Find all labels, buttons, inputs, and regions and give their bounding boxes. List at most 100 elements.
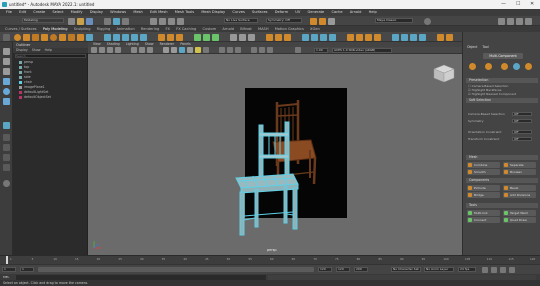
- extrude-button[interactable]: Extrude: [467, 185, 500, 191]
- menu-file[interactable]: File: [6, 9, 12, 16]
- menu-mesh-display[interactable]: Mesh Display: [201, 9, 225, 16]
- quad-draw-button[interactable]: Quad Draw: [503, 217, 536, 223]
- time-slider[interactable]: 1 5 10 15 20 25 30 35 40 45 50 55 60 65 70 75 80 85 90 95 10…: [0, 255, 540, 264]
- mirror-icon[interactable]: [140, 33, 147, 41]
- select-by-hierarchy-icon[interactable]: [104, 17, 111, 25]
- cleanup-icon[interactable]: [446, 33, 453, 41]
- poly-sphere-icon[interactable]: [14, 33, 21, 41]
- menu-cache[interactable]: Cache: [331, 9, 342, 16]
- outliner-menu-help[interactable]: Help: [45, 48, 52, 53]
- snap-grid-icon[interactable]: [150, 17, 157, 25]
- outliner-menu-show[interactable]: Show: [32, 48, 41, 53]
- xray-icon[interactable]: [259, 47, 265, 53]
- section-mesh[interactable]: Mesh: [466, 155, 538, 160]
- super-shape-icon[interactable]: [86, 33, 93, 41]
- platonic-solid-icon[interactable]: [77, 33, 84, 41]
- command-input[interactable]: [16, 274, 266, 280]
- anti-aliasing-icon[interactable]: [235, 47, 241, 53]
- reduce-icon[interactable]: [437, 33, 444, 41]
- key-filter-icon[interactable]: [500, 266, 506, 273]
- separate-icon[interactable]: [113, 33, 120, 41]
- menu-generate[interactable]: Generate: [307, 9, 324, 16]
- sound-icon[interactable]: [509, 266, 515, 273]
- show-modeling-toolkit-icon[interactable]: [498, 17, 505, 25]
- resolution-gate-icon[interactable]: [147, 47, 153, 53]
- outliner-item[interactable]: imagePlane1: [19, 85, 45, 89]
- append-polygon-icon[interactable]: [347, 33, 354, 41]
- film-gate-icon[interactable]: [139, 47, 145, 53]
- menu-curves[interactable]: Curves: [232, 9, 244, 16]
- render-frame-icon[interactable]: [310, 17, 317, 25]
- outliner-item[interactable]: side: [19, 75, 31, 79]
- extract-icon[interactable]: [419, 33, 426, 41]
- paint-select-icon[interactable]: [3, 68, 10, 75]
- symmetry-mode-icon[interactable]: [525, 63, 532, 70]
- view-cube[interactable]: [433, 64, 455, 83]
- offset-edge-loop-icon[interactable]: [374, 33, 381, 41]
- outliner-item[interactable]: front: [19, 70, 32, 74]
- colorspace-dropdown[interactable]: ACES 1.0 SDR-video (sRGB): [332, 47, 392, 53]
- smooth-shade-icon[interactable]: [171, 47, 177, 53]
- section-tools[interactable]: Tools: [466, 203, 538, 208]
- separate-button[interactable]: Separate: [503, 162, 536, 168]
- ipr-render-icon[interactable]: [319, 17, 326, 25]
- persp-outliner-layout-icon[interactable]: [3, 144, 10, 151]
- smooth-icon[interactable]: [122, 33, 129, 41]
- bridge-button[interactable]: Bridge: [467, 192, 500, 198]
- outliner-item[interactable]: persp: [19, 60, 33, 64]
- menu-mesh-tools[interactable]: Mesh Tools: [175, 9, 194, 16]
- select-by-object-icon[interactable]: [113, 17, 120, 25]
- show-attribute-editor-icon[interactable]: [507, 17, 514, 25]
- outliner-item[interactable]: defaultObjectSet: [19, 95, 51, 99]
- planar-map-icon[interactable]: [239, 33, 246, 41]
- shadows-icon[interactable]: [203, 47, 209, 53]
- edge-mode-icon[interactable]: [485, 63, 492, 70]
- xray-joints-icon[interactable]: [267, 47, 273, 53]
- bridge-icon[interactable]: [167, 33, 174, 41]
- exposure-icon[interactable]: [295, 47, 301, 53]
- outliner-item[interactable]: defaultLightSet: [19, 90, 48, 94]
- poly-cube-icon[interactable]: [23, 33, 30, 41]
- playback-start-field[interactable]: 1: [20, 267, 34, 272]
- image-plane-toggle-icon[interactable]: [115, 47, 121, 53]
- conform-icon[interactable]: [311, 33, 318, 41]
- playback-prefs-icon[interactable]: [491, 266, 497, 273]
- minimize-button[interactable]: —: [501, 1, 506, 7]
- quadrangulate-icon[interactable]: [329, 33, 336, 41]
- add-divisions-button[interactable]: Add Divisions: [503, 192, 536, 198]
- section-soft-selection[interactable]: Soft Selection: [466, 98, 538, 103]
- start-time-field[interactable]: 1: [2, 267, 16, 272]
- ambient-occlusion-icon[interactable]: [219, 47, 225, 53]
- connect-button[interactable]: Connect: [467, 217, 500, 223]
- outliner-item[interactable]: chair: [19, 80, 32, 84]
- single-pane-layout-icon[interactable]: [3, 122, 10, 129]
- delete-history-icon[interactable]: [284, 33, 291, 41]
- tab-object[interactable]: Object: [467, 44, 477, 50]
- gamma-field[interactable]: 1.00: [314, 47, 328, 53]
- center-pivot-icon[interactable]: [266, 33, 273, 41]
- bevel-icon[interactable]: [176, 33, 183, 41]
- insert-edge-loop-icon[interactable]: [365, 33, 372, 41]
- outliner-item[interactable]: top: [19, 65, 29, 69]
- menu-edit[interactable]: Edit: [19, 9, 26, 16]
- transform-constraint-dropdown[interactable]: Off: [512, 137, 532, 141]
- poly-plane-icon[interactable]: [59, 33, 66, 41]
- option-highlight-nearest[interactable]: ☑ Highlight Nearest Component: [468, 92, 538, 96]
- playback-end-field[interactable]: 120: [318, 267, 332, 272]
- mel-label[interactable]: MEL: [3, 275, 9, 279]
- render-settings-icon[interactable]: [328, 17, 335, 25]
- menu-create[interactable]: Create: [33, 9, 45, 16]
- poly-cone-icon[interactable]: [41, 33, 48, 41]
- vertex-mode-icon[interactable]: [469, 63, 476, 70]
- use-all-lights-icon[interactable]: [195, 47, 201, 53]
- motion-blur-icon[interactable]: [227, 47, 233, 53]
- workspace-dropdown[interactable]: Maya Classic: [375, 18, 413, 23]
- snap-view-plane-icon[interactable]: [177, 17, 184, 25]
- close-button[interactable]: ✕: [530, 1, 534, 7]
- duplicate-face-icon[interactable]: [410, 33, 417, 41]
- select-camera-icon[interactable]: [91, 47, 97, 53]
- section-preselection[interactable]: Preselection: [466, 78, 538, 83]
- poly-torus-icon[interactable]: [50, 33, 57, 41]
- section-components[interactable]: Components: [466, 178, 538, 183]
- boolean-icon[interactable]: [131, 33, 138, 41]
